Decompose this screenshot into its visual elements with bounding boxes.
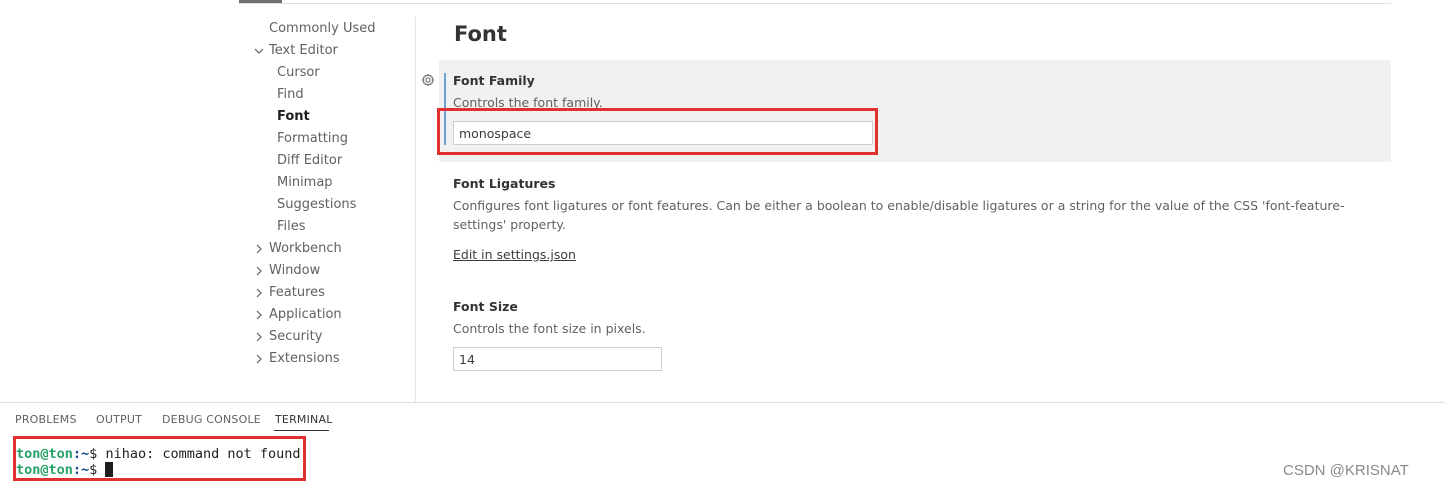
terminal-prompt: $ xyxy=(89,462,106,478)
font-ligatures-description: Configures font ligatures or font featur… xyxy=(453,198,1345,232)
font-ligatures-title: Font Ligatures xyxy=(453,176,556,191)
toc-item-label: Application xyxy=(269,307,342,322)
chevron-right-icon[interactable] xyxy=(252,238,266,260)
toc-item-files[interactable]: Files xyxy=(252,216,412,238)
settings-toc: Commonly Used Text Editor Cursor Find Fo… xyxy=(252,18,412,370)
toc-item-suggestions[interactable]: Suggestions xyxy=(252,194,412,216)
terminal-line[interactable]: ton@ton:~$ xyxy=(16,462,114,478)
chevron-right-icon[interactable] xyxy=(252,304,266,326)
terminal-prompt: $ xyxy=(89,446,106,462)
terminal-path: :~ xyxy=(72,446,90,462)
tab-output[interactable]: OUTPUT xyxy=(96,413,142,426)
font-size-input[interactable] xyxy=(453,347,662,371)
tab-problems[interactable]: PROBLEMS xyxy=(15,413,77,426)
toc-item-label: Extensions xyxy=(269,351,340,366)
terminal-userhost: ton@ton xyxy=(16,462,73,478)
edit-in-settings-json-link[interactable]: Edit in settings.json xyxy=(453,247,576,262)
terminal-cursor xyxy=(105,462,114,477)
toc-item-label: Diff Editor xyxy=(277,153,343,168)
tab-debug-console[interactable]: DEBUG CONSOLE xyxy=(162,413,261,426)
chevron-right-icon[interactable] xyxy=(252,326,266,348)
header-divider xyxy=(239,3,1391,4)
toc-item-label: Commonly Used xyxy=(269,21,376,36)
watermark: CSDN @KRISNAT xyxy=(1283,462,1409,479)
chevron-right-icon[interactable] xyxy=(252,260,266,282)
toc-item-security[interactable]: Security xyxy=(252,326,412,348)
toc-item-application[interactable]: Application xyxy=(252,304,412,326)
tab-terminal[interactable]: TERMINAL xyxy=(275,413,333,426)
toc-item-label: Formatting xyxy=(277,131,349,146)
toc-item-label: Suggestions xyxy=(277,197,357,212)
font-family-description: Controls the font family. xyxy=(453,95,603,110)
toc-item-label: Text Editor xyxy=(269,43,338,58)
toc-item-formatting[interactable]: Formatting xyxy=(252,128,412,150)
toc-item-commonly-used[interactable]: Commonly Used xyxy=(252,18,412,40)
toc-item-cursor[interactable]: Cursor xyxy=(252,62,412,84)
toc-item-label: Minimap xyxy=(277,175,333,190)
toc-item-text-editor[interactable]: Text Editor xyxy=(252,40,412,62)
focus-indicator xyxy=(444,73,446,145)
chevron-right-icon[interactable] xyxy=(252,282,266,304)
active-tab-underline xyxy=(274,430,329,431)
terminal-output: nihao: command not found xyxy=(105,446,301,462)
toc-item-window[interactable]: Window xyxy=(252,260,412,282)
font-family-title: Font Family xyxy=(453,73,535,88)
toc-item-label: Workbench xyxy=(269,241,342,256)
toc-item-minimap[interactable]: Minimap xyxy=(252,172,412,194)
font-size-title: Font Size xyxy=(453,299,518,314)
gear-icon[interactable] xyxy=(421,72,435,87)
toc-item-font[interactable]: Font xyxy=(252,106,412,128)
toc-item-features[interactable]: Features xyxy=(252,282,412,304)
toc-item-label: Files xyxy=(277,219,306,234)
terminal-path: :~ xyxy=(72,462,90,478)
toc-item-extensions[interactable]: Extensions xyxy=(252,348,412,370)
chevron-right-icon[interactable] xyxy=(252,348,266,370)
panel-border xyxy=(0,402,1445,403)
toc-item-label: Window xyxy=(269,263,321,278)
toc-item-label: Security xyxy=(269,329,323,344)
chevron-down-icon[interactable] xyxy=(252,40,266,62)
toc-divider xyxy=(415,17,416,402)
font-family-input[interactable] xyxy=(453,121,873,145)
toc-item-label: Font xyxy=(277,109,310,124)
toc-item-label: Find xyxy=(277,87,304,102)
toc-item-find[interactable]: Find xyxy=(252,84,412,106)
font-size-description: Controls the font size in pixels. xyxy=(453,321,646,336)
section-title: Font xyxy=(454,22,507,46)
toc-item-diff-editor[interactable]: Diff Editor xyxy=(252,150,412,172)
toc-item-workbench[interactable]: Workbench xyxy=(252,238,412,260)
terminal-line[interactable]: ton@ton:~$ nihao: command not found xyxy=(16,446,301,462)
terminal-userhost: ton@ton xyxy=(16,446,73,462)
toc-item-label: Cursor xyxy=(277,65,320,80)
toc-item-label: Features xyxy=(269,285,325,300)
